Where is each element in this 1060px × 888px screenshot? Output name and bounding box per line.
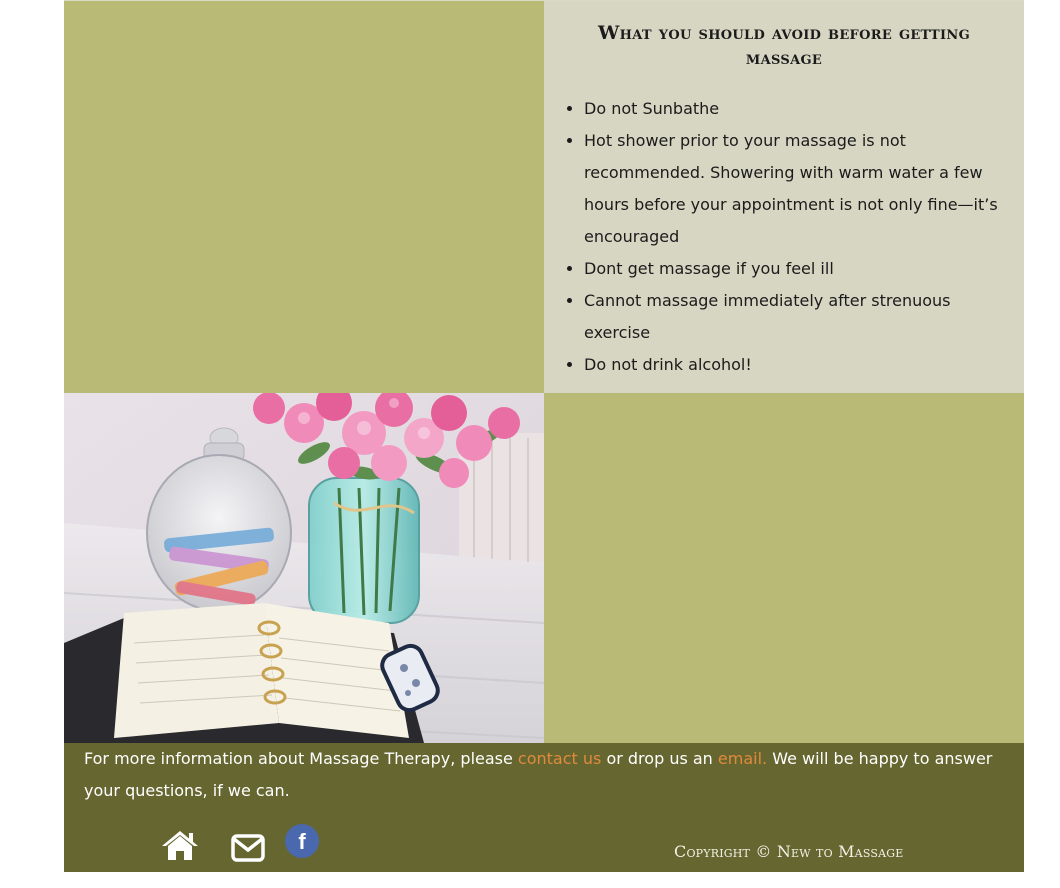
avoid-title: What you should avoid before getting mas…: [597, 22, 971, 69]
contact-us-link[interactable]: contact us: [518, 749, 601, 768]
footer: For more information about Massage Thera…: [64, 743, 1024, 872]
copyright-text: Copyright © New to Massage: [674, 842, 904, 861]
list-item: Do not drink alcohol!: [584, 349, 1004, 381]
footer-text-middle: or drop us an: [601, 749, 718, 768]
home-icon[interactable]: [161, 830, 199, 866]
facebook-icon[interactable]: f: [284, 823, 320, 863]
email-link[interactable]: email.: [718, 749, 767, 768]
list-item: Hot shower prior to your massage is not …: [584, 125, 1004, 253]
olive-block-right: [544, 393, 1024, 743]
footer-text-start: For more information about Massage Thera…: [84, 749, 518, 768]
list-item: Do not Sunbathe: [584, 93, 1004, 125]
middle-row: [64, 393, 1024, 743]
top-row: What you should avoid before getting mas…: [64, 0, 1024, 393]
avoid-info-panel: What you should avoid before getting mas…: [544, 1, 1024, 393]
page: What you should avoid before getting mas…: [64, 0, 1024, 872]
facebook-letter: f: [298, 829, 306, 854]
photo-illustration: [64, 393, 544, 743]
footer-text: For more information about Massage Thera…: [84, 743, 1009, 807]
list-item: Dont get massage if you feel ill: [584, 253, 1004, 285]
list-item: Cannot massage immediately after strenuo…: [584, 285, 1004, 349]
avoid-list: Do not Sunbathe Hot shower prior to your…: [564, 93, 1004, 381]
olive-block-left: [64, 1, 544, 393]
envelope-icon[interactable]: [231, 834, 265, 866]
flowers-planner-photo: [64, 393, 544, 743]
